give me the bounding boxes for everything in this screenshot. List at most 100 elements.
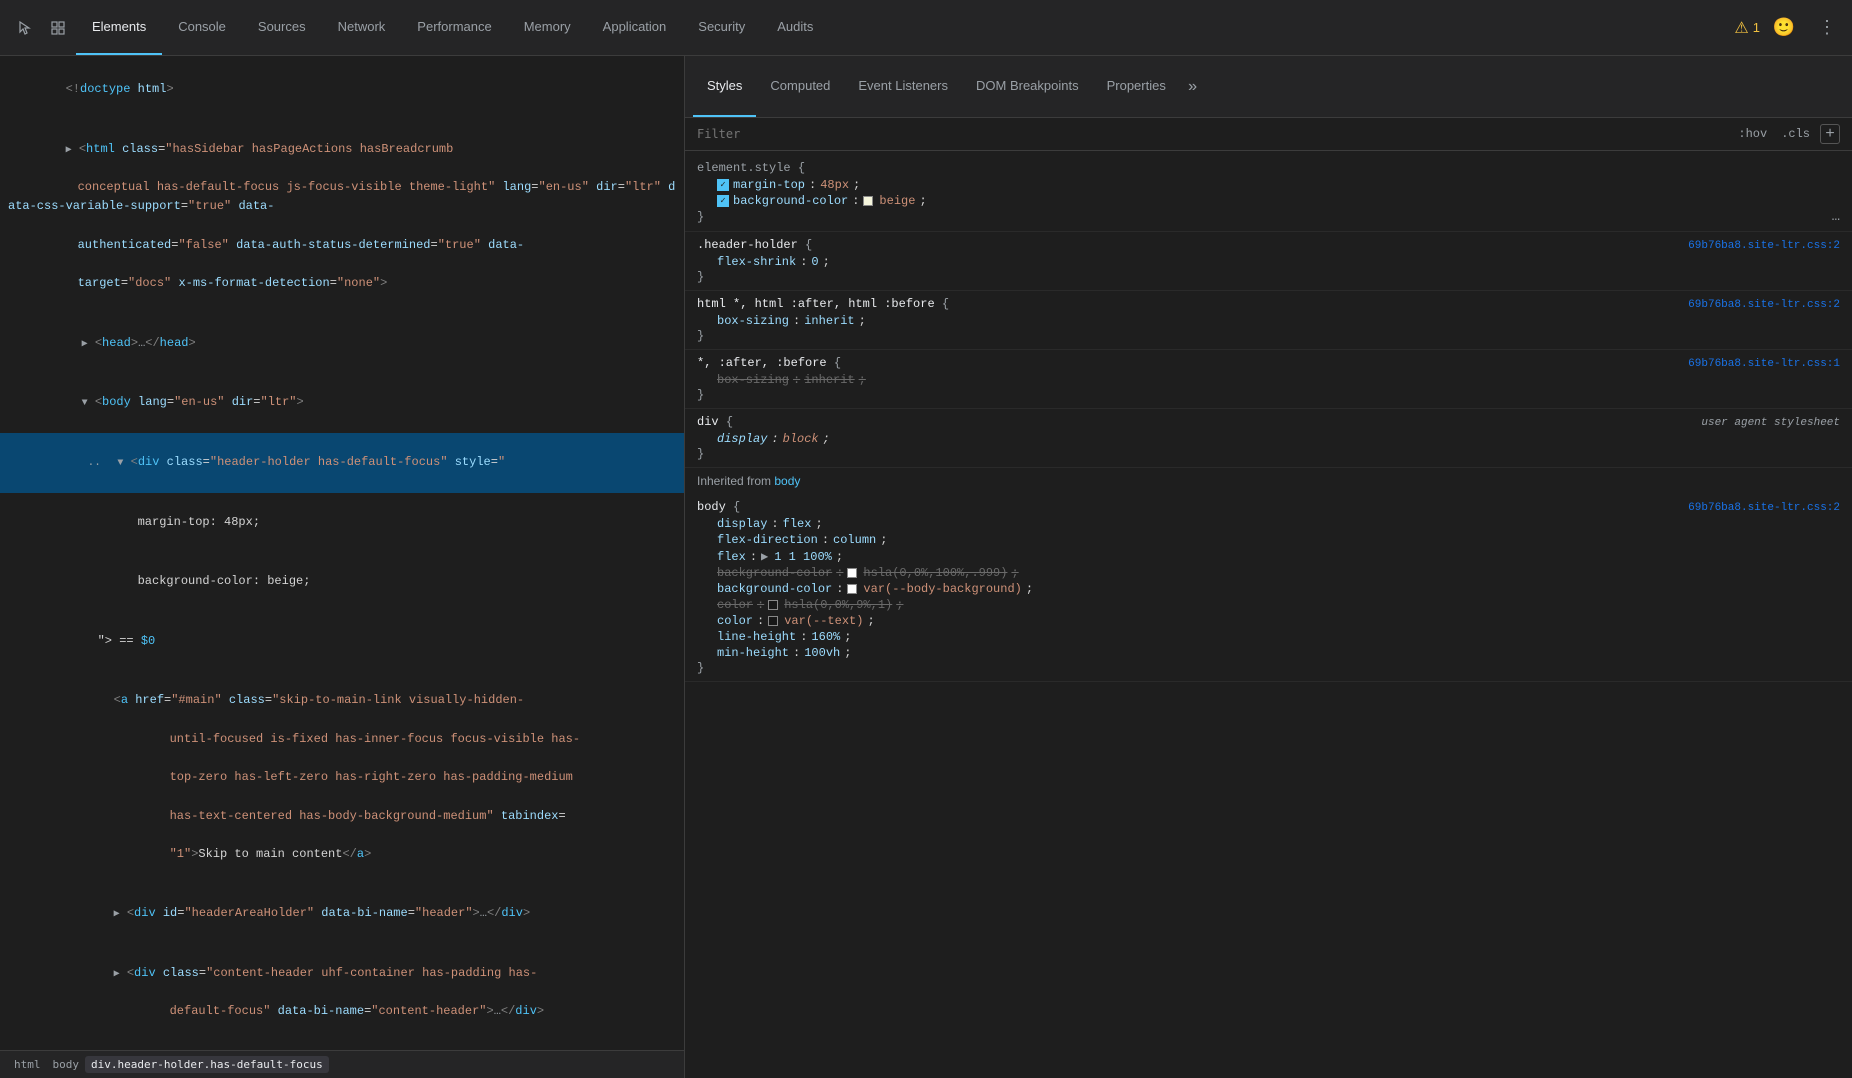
bg-color-checkbox[interactable] <box>717 195 729 207</box>
tab-properties[interactable]: Properties <box>1093 56 1180 117</box>
flex-value[interactable]: 1 1 100% <box>774 550 832 564</box>
color-var-name[interactable]: color <box>717 614 753 628</box>
flex-shrink-name[interactable]: flex-shrink <box>717 255 796 269</box>
html-tag-line[interactable]: ▶ <html class="hasSidebar hasPageActions… <box>0 120 684 314</box>
div-rule: div { user agent stylesheet display : bl… <box>685 409 1852 468</box>
div-header-holder-line[interactable]: .. ▼ <div class="header-holder has-defau… <box>0 433 684 493</box>
header-area-holder-line[interactable]: ▶ <div id="headerAreaHolder" data-bi-nam… <box>0 884 684 944</box>
tab-sources[interactable]: Sources <box>242 0 322 55</box>
header-holder-header: .header-holder { 69b76ba8.site-ltr.css:2 <box>697 238 1840 252</box>
skip-link-line[interactable]: <a href="#main" class="skip-to-main-link… <box>0 671 684 884</box>
before-after-close: } <box>697 388 1840 402</box>
cls-button[interactable]: .cls <box>1777 125 1814 143</box>
tab-application[interactable]: Application <box>587 0 683 55</box>
emoji-icon[interactable]: 🙂 <box>1768 12 1800 44</box>
color-var-swatch[interactable] <box>768 616 778 626</box>
margin-top-colon: : <box>809 178 816 192</box>
element-style-body: margin-top : 48px ; background-color : b… <box>697 177 1840 209</box>
color-var-value[interactable]: var(--text) <box>784 614 863 628</box>
line-height-name[interactable]: line-height <box>717 630 796 644</box>
breadcrumb-div[interactable]: div.header-holder.has-default-focus <box>85 1056 329 1073</box>
inherited-from-element[interactable]: body <box>774 474 800 488</box>
margin-top-style-line[interactable]: margin-top: 48px; <box>0 493 684 553</box>
display-value[interactable]: block <box>783 432 819 446</box>
hov-button[interactable]: :hov <box>1734 125 1771 143</box>
bg-color-var-value[interactable]: var(--body-background) <box>863 582 1021 596</box>
tab-security[interactable]: Security <box>682 0 761 55</box>
color-strike-value[interactable]: hsla(0,0%,9%,1) <box>784 598 892 612</box>
warning-badge[interactable]: ⚠ 1 <box>1734 18 1760 38</box>
before-after-source[interactable]: 69b76ba8.site-ltr.css:1 <box>1688 358 1840 370</box>
element-style-dots[interactable]: … <box>1832 209 1840 225</box>
tab-console[interactable]: Console <box>162 0 242 55</box>
bg-color-var-name[interactable]: background-color <box>717 582 832 596</box>
tab-audits[interactable]: Audits <box>761 0 829 55</box>
flex-triangle[interactable]: ▶ <box>761 549 768 564</box>
warning-icon: ⚠ <box>1734 18 1748 38</box>
breadcrumb-body[interactable]: body <box>47 1056 86 1073</box>
filter-input[interactable] <box>697 127 1726 141</box>
box-sizing-name[interactable]: box-sizing <box>717 314 789 328</box>
bg-color-style-line[interactable]: background-color: beige; <box>0 552 684 612</box>
right-tab-more[interactable]: » <box>1180 78 1206 96</box>
more-options-btn[interactable]: ⋮ <box>1810 13 1844 43</box>
body-source[interactable]: 69b76ba8.site-ltr.css:2 <box>1688 502 1840 514</box>
color-strike-name[interactable]: color <box>717 598 753 612</box>
head-line[interactable]: ▶ <head>…</head> <box>0 313 684 373</box>
line-height-value[interactable]: 160% <box>811 630 840 644</box>
styles-panel: Styles Computed Event Listeners DOM Brea… <box>685 56 1852 1078</box>
flex-name[interactable]: flex <box>717 550 746 564</box>
tab-elements[interactable]: Elements <box>76 0 162 55</box>
flex-direction-value[interactable]: column <box>833 533 876 547</box>
bg-var-swatch[interactable] <box>847 584 857 594</box>
display-name[interactable]: display <box>717 432 767 446</box>
bg-strike-swatch[interactable] <box>847 568 857 578</box>
elements-tree[interactable]: <!doctype html> ▶ <html class="hasSideba… <box>0 56 684 1050</box>
margin-top-prop: margin-top : 48px ; <box>717 177 1840 193</box>
tab-memory[interactable]: Memory <box>508 0 587 55</box>
inspect-icon[interactable] <box>42 12 74 44</box>
box-sizing-strike-name[interactable]: box-sizing <box>717 373 789 387</box>
content-header-line[interactable]: ▶ <div class="content-header uhf-contain… <box>0 944 684 1042</box>
element-style-header: element.style { <box>697 161 1840 175</box>
bg-color-value[interactable]: beige <box>879 194 915 208</box>
tab-computed[interactable]: Computed <box>756 56 844 117</box>
warning-count: 1 <box>1753 20 1760 35</box>
banner-holder-line[interactable]: <div id="banner-holder" class="has-defau… <box>0 1042 684 1050</box>
header-holder-rule: .header-holder { 69b76ba8.site-ltr.css:2… <box>685 232 1852 291</box>
bg-color-name[interactable]: background-color <box>733 194 848 208</box>
top-tabs-right: ⚠ 1 🙂 ⋮ <box>1734 12 1844 44</box>
display-flex-name[interactable]: display <box>717 517 767 531</box>
bg-color-swatch[interactable] <box>863 196 873 206</box>
margin-top-value[interactable]: 48px <box>820 178 849 192</box>
display-flex-value[interactable]: flex <box>783 517 812 531</box>
breadcrumb-html[interactable]: html <box>8 1056 47 1073</box>
tab-event-listeners[interactable]: Event Listeners <box>844 56 962 117</box>
body-selector: body { <box>697 500 740 514</box>
header-holder-body: flex-shrink : 0 ; <box>697 254 1840 270</box>
div-close-attr-line[interactable]: "> == $0 <box>0 612 684 672</box>
html-all-source[interactable]: 69b76ba8.site-ltr.css:2 <box>1688 299 1840 311</box>
cursor-icon[interactable] <box>8 12 40 44</box>
min-height-name[interactable]: min-height <box>717 646 789 660</box>
bg-color-strike-value[interactable]: hsla(0,0%,100%,.999) <box>863 566 1007 580</box>
body-open-line[interactable]: ▼ <body lang="en-us" dir="ltr"> <box>0 373 684 433</box>
bg-color-strike-name[interactable]: background-color <box>717 566 832 580</box>
header-holder-source[interactable]: 69b76ba8.site-ltr.css:2 <box>1688 240 1840 252</box>
min-height-value[interactable]: 100vh <box>804 646 840 660</box>
flex-direction-name[interactable]: flex-direction <box>717 533 818 547</box>
tab-network[interactable]: Network <box>322 0 402 55</box>
add-style-button[interactable]: + <box>1820 124 1840 144</box>
tab-dom-breakpoints[interactable]: DOM Breakpoints <box>962 56 1093 117</box>
color-var-prop: color : var(--text) ; <box>717 613 1840 629</box>
margin-top-checkbox[interactable] <box>717 179 729 191</box>
filter-bar: :hov .cls + <box>685 118 1852 151</box>
box-sizing-value[interactable]: inherit <box>804 314 854 328</box>
doctype-line[interactable]: <!doctype html> <box>0 60 684 120</box>
color-strike-swatch[interactable] <box>768 600 778 610</box>
tab-styles[interactable]: Styles <box>693 56 756 117</box>
margin-top-name[interactable]: margin-top <box>733 178 805 192</box>
flex-shrink-value[interactable]: 0 <box>811 255 818 269</box>
tab-performance[interactable]: Performance <box>401 0 507 55</box>
box-sizing-strike-value[interactable]: inherit <box>804 373 854 387</box>
